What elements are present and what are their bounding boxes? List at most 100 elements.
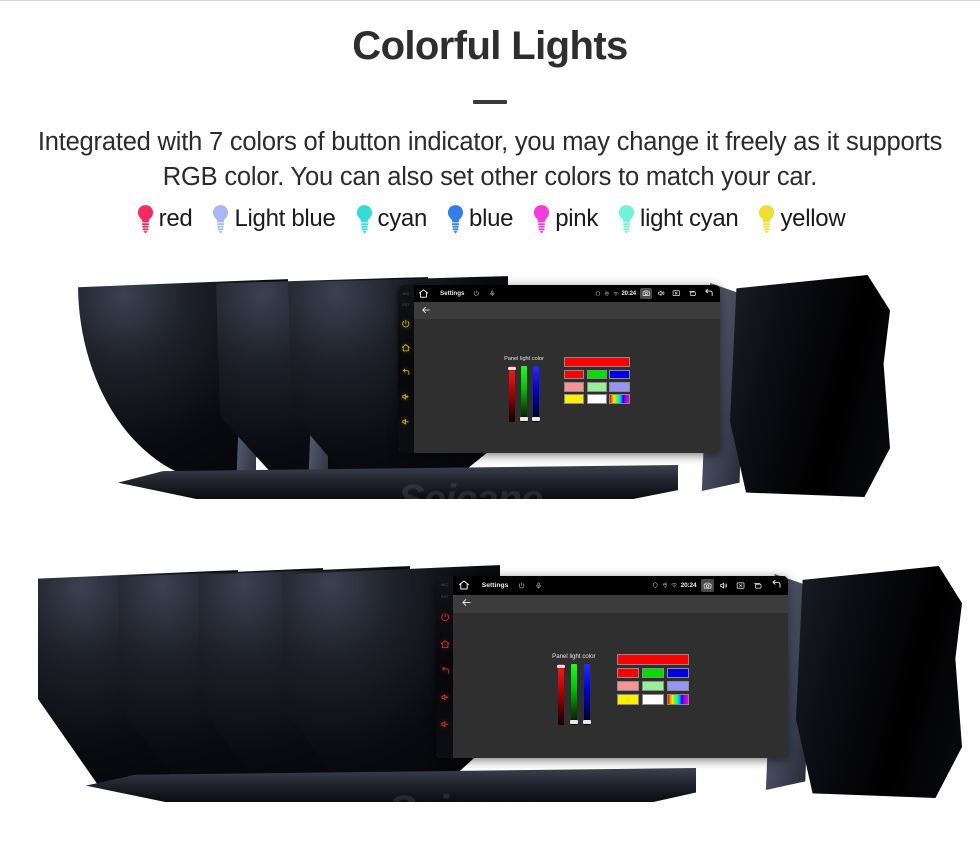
statusbar-power-icon[interactable]: [518, 582, 525, 589]
panel-power-icon[interactable]: [436, 604, 453, 631]
legend-item-light-cyan: light cyan: [607, 204, 747, 234]
head-unit-bottom[interactable]: MIC RST Settings 20:24 Panel light color: [436, 576, 788, 758]
title-divider-wrap: [0, 91, 980, 109]
color-swatch-0-1[interactable]: [642, 667, 665, 679]
panel-vol-up-icon[interactable]: [436, 684, 453, 711]
statusbar-screenshot-icon[interactable]: [734, 579, 747, 592]
color-swatch-2-1[interactable]: [586, 394, 607, 404]
legend-item-label: cyan: [377, 204, 428, 232]
color-swatch-1-1[interactable]: [642, 680, 665, 692]
statusbar-camera-icon[interactable]: [700, 578, 714, 592]
color-swatch-0-0[interactable]: [617, 667, 640, 679]
red-slider-thumb[interactable]: [508, 366, 516, 371]
status-bar-title: Settings: [440, 290, 465, 297]
legend-item-cyan: cyan: [345, 204, 437, 234]
red-slider[interactable]: [508, 365, 516, 422]
color-swatch-1-2[interactable]: [667, 680, 690, 692]
dash-right-wing: [796, 566, 962, 798]
statusbar-wifi-icon: [613, 291, 619, 297]
statusbar-mic-icon[interactable]: [535, 582, 542, 589]
panel-light-color-label: Panel light color: [552, 652, 596, 660]
red-slider[interactable]: [556, 663, 565, 725]
color-swatch-2-1[interactable]: [642, 694, 665, 705]
arrow-back-icon[interactable]: [421, 302, 431, 320]
color-swatch-0-1[interactable]: [586, 369, 607, 380]
bulb-icon: [756, 204, 777, 234]
blue-slider[interactable]: [582, 663, 591, 725]
dash-right-wing: [730, 275, 890, 497]
touchscreen[interactable]: Settings 20:24 Panel light color: [453, 576, 788, 758]
head-unit-top[interactable]: MIC RST Settings 20:24 Panel light color: [398, 285, 720, 453]
statusbar-recents-icon[interactable]: [751, 579, 764, 592]
settings-content: Panel light color: [414, 319, 720, 453]
panel-power-icon[interactable]: [398, 311, 414, 336]
panel-vol-up-icon[interactable]: [398, 385, 414, 410]
blue-slider-thumb[interactable]: [582, 719, 591, 724]
keystrip-label-mic: MIC: [441, 583, 449, 588]
color-swatch-0-0[interactable]: [563, 369, 585, 380]
red-slider-thumb[interactable]: [556, 664, 565, 669]
color-swatch-0-2[interactable]: [609, 369, 630, 380]
color-swatch-0-2[interactable]: [667, 667, 690, 679]
legend-item-light-blue: Light blue: [201, 204, 344, 234]
statusbar-camera-icon[interactable]: [639, 287, 652, 300]
statusbar-back-icon[interactable]: [701, 286, 716, 300]
button-indicator-strip: MIC RST: [398, 285, 414, 453]
statusbar-location-icon: [662, 582, 668, 588]
dashboard-bottom: MIC RST Settings 20:24 Panel light color Sei…: [0, 546, 980, 833]
blue-slider-thumb[interactable]: [532, 417, 540, 421]
bulb-icon: [354, 204, 375, 234]
statusbar-back-icon[interactable]: [768, 578, 784, 593]
blue-slider[interactable]: [532, 365, 540, 422]
home-icon[interactable]: [458, 579, 470, 591]
product-feature-page: Colorful Lights Integrated with 7 colors…: [0, 0, 980, 861]
dashboard-top: MIC RST Settings 20:24 Panel light color Sei…: [0, 269, 980, 531]
statusbar-shield-icon: [595, 290, 601, 297]
statusbar-power-icon[interactable]: [473, 290, 480, 297]
rgb-slider-group: Panel light color: [504, 356, 544, 422]
color-swatch-1-0[interactable]: [563, 382, 585, 392]
panel-back-icon[interactable]: [398, 360, 414, 385]
statusbar-volume-icon[interactable]: [718, 579, 731, 592]
color-swatch-1-1[interactable]: [586, 382, 607, 392]
statusbar-recents-icon[interactable]: [686, 288, 698, 300]
color-swatch-2-2[interactable]: [609, 394, 630, 404]
bulb-icon: [616, 204, 637, 234]
page-title: Colorful Lights: [352, 24, 628, 68]
status-bar-clock: 20:24: [680, 581, 697, 589]
color-preview-bar: [563, 357, 630, 368]
statusbar-screenshot-icon[interactable]: [671, 288, 683, 300]
statusbar-volume-icon[interactable]: [655, 288, 667, 300]
green-slider[interactable]: [569, 663, 578, 725]
green-slider-thumb[interactable]: [520, 417, 528, 421]
panel-light-color-label: Panel light color: [504, 356, 544, 363]
color-preview-bar: [617, 653, 690, 665]
panel-vol-down-icon[interactable]: [436, 711, 453, 738]
arrow-back-icon[interactable]: [461, 595, 472, 613]
legend-item-yellow: yellow: [747, 204, 854, 234]
touchscreen[interactable]: Settings 20:24 Panel light color: [414, 285, 720, 453]
legend-item-label: Light blue: [234, 204, 336, 232]
legend-item-label: light cyan: [640, 204, 739, 232]
green-slider[interactable]: [520, 365, 528, 422]
color-swatch-1-0[interactable]: [617, 680, 640, 692]
color-legend: red Light blue cyan blue pink light cyan yello…: [25, 204, 955, 234]
panel-back-icon[interactable]: [436, 657, 453, 684]
color-swatch-2-0[interactable]: [563, 394, 585, 404]
panel-home-icon[interactable]: [398, 336, 414, 361]
car-stereo-unit-bottom: MIC RST Settings 20:24 Panel light color Sei…: [0, 546, 980, 833]
green-slider-thumb[interactable]: [569, 719, 578, 724]
color-swatch-2-2[interactable]: [667, 694, 690, 705]
swatch-row: [563, 369, 630, 380]
color-swatch-1-2[interactable]: [609, 382, 630, 392]
color-swatch-2-0[interactable]: [617, 694, 640, 705]
home-icon[interactable]: [418, 288, 429, 299]
panel-vol-down-icon[interactable]: [398, 409, 414, 434]
bulb-icon: [135, 204, 156, 234]
legend-item-label: pink: [555, 204, 599, 232]
legend-item-blue: blue: [436, 204, 522, 234]
car-stereo-unit-top: MIC RST Settings 20:24 Panel light color Sei…: [0, 269, 980, 531]
statusbar-mic-icon[interactable]: [489, 290, 496, 297]
panel-home-icon[interactable]: [436, 631, 453, 658]
statusbar-shield-icon: [652, 582, 658, 588]
